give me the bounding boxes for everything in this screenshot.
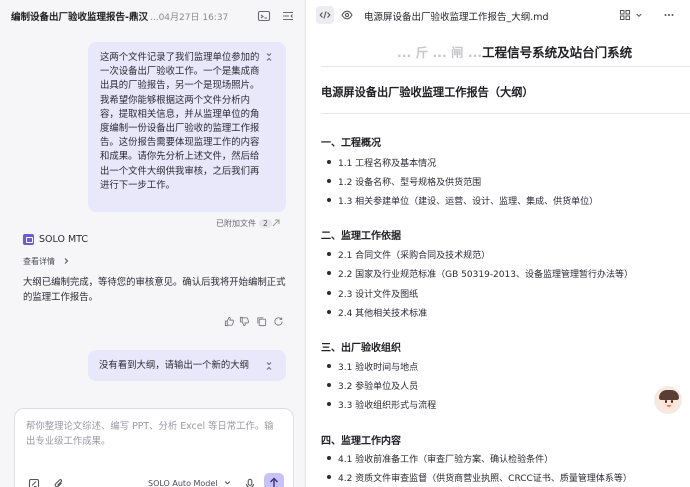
tool-icon[interactable] bbox=[28, 478, 40, 487]
document-heading-cut: ... 斤 ... 闸 ... bbox=[397, 45, 483, 60]
assistant-avatar[interactable] bbox=[654, 386, 682, 414]
chat-input-box[interactable]: 帮你整理论文综述、编写 PPT、分析 Excel 等日常工作。输出专业级工作成果… bbox=[14, 408, 294, 487]
outline-item: 2.3 设计文件及图纸 bbox=[327, 287, 418, 300]
chat-date: ...04月27日 16:37 bbox=[150, 13, 229, 23]
chat-title[interactable]: 编制设备出厂验收监理报告-鼎汉 bbox=[11, 9, 148, 23]
collapse-panel-icon[interactable] bbox=[281, 9, 295, 23]
terminal-icon[interactable] bbox=[257, 9, 271, 23]
collapse-icon[interactable] bbox=[264, 52, 274, 62]
eye-icon bbox=[341, 10, 353, 20]
section-heading: 一、工程概况 bbox=[321, 138, 381, 149]
user-message-bubble-2: 没有看到大纲，请输出一个新的大纲 bbox=[88, 350, 286, 381]
send-button[interactable] bbox=[264, 473, 284, 487]
microphone-icon[interactable] bbox=[244, 478, 256, 487]
agent-logo-icon bbox=[23, 234, 34, 245]
share-icon[interactable] bbox=[271, 218, 281, 228]
chevron-right-icon bbox=[62, 257, 70, 265]
thumbs-up-icon[interactable] bbox=[224, 316, 235, 327]
refresh-icon[interactable] bbox=[273, 316, 284, 327]
outline-item: 3.3 验收组织形式与流程 bbox=[327, 398, 436, 411]
model-selector-label: SOLO Auto Model bbox=[148, 479, 218, 487]
code-icon bbox=[319, 11, 331, 19]
document-heading-visible: 工程信号系统及站台门系统 bbox=[482, 45, 633, 60]
section-heading: 四、监理工作内容 bbox=[321, 436, 401, 447]
user-message-text: 这两个文件记录了我们监理单位参加的一次设备出厂验收工作。一个是集成商出具的厂验报… bbox=[100, 52, 260, 191]
section-heading: 二、监理工作依据 bbox=[321, 231, 401, 242]
attached-count-badge: 2 bbox=[259, 219, 272, 228]
outline-item: 1.2 设备名称、型号规格及供货范围 bbox=[327, 175, 481, 188]
view-details-label: 查看详情 bbox=[23, 257, 55, 266]
preview-view-button[interactable] bbox=[338, 6, 356, 24]
view-details-toggle[interactable]: 查看详情 bbox=[23, 256, 70, 267]
section-heading: 三、出厂验收组织 bbox=[321, 343, 401, 354]
chat-input-placeholder[interactable]: 帮你整理论文综述、编写 PPT、分析 Excel 等日常工作。输出专业级工作成果… bbox=[26, 419, 282, 449]
divider bbox=[321, 66, 690, 67]
view-mode-toggle bbox=[316, 6, 356, 24]
document-panel: 电源屏设备出厂验收监理工作报告_大纲.md ... 斤 ... 闸 ...工程信… bbox=[307, 0, 690, 487]
outline-item: 3.2 参验单位及人员 bbox=[327, 379, 418, 392]
document-title: 电源屏设备出厂验收监理工作报告（大纲） bbox=[321, 86, 534, 99]
chat-panel: 编制设备出厂验收监理报告-鼎汉 ...04月27日 16:37 这两个文件记录了… bbox=[0, 0, 306, 487]
outline-item: 2.1 合同文件（采购合同及技术规范） bbox=[327, 248, 490, 261]
model-selector[interactable]: SOLO Auto Model bbox=[148, 479, 231, 487]
divider bbox=[321, 113, 690, 114]
document-filename: 电源屏设备出厂验收监理工作报告_大纲.md bbox=[364, 12, 549, 23]
outline-item: 2.4 其他相关技术标准 bbox=[327, 306, 427, 319]
code-view-button[interactable] bbox=[316, 6, 334, 24]
outline-item: 4.1 验收前准备工作（审查厂验方案、确认检验条件） bbox=[327, 452, 553, 465]
attached-files[interactable]: 已附加文件 2 bbox=[216, 218, 272, 229]
attached-files-label: 已附加文件 bbox=[216, 219, 256, 228]
user-message-text-2: 没有看到大纲，请输出一个新的大纲 bbox=[99, 360, 250, 371]
send-icon bbox=[270, 477, 278, 487]
user-message-bubble: 这两个文件记录了我们监理单位参加的一次设备出厂验收工作。一个是集成商出具的厂验报… bbox=[88, 42, 286, 212]
agent-reply-text: 大纲已编制完成，等待您的审核意见。确认后我将开始编制正式的监理工作报告。 bbox=[23, 277, 286, 303]
outline-item: 1.3 相关参建单位（建设、运营、设计、监理、集成、供货单位） bbox=[327, 194, 598, 207]
grid-dropdown-icon[interactable] bbox=[633, 9, 642, 21]
copy-icon[interactable] bbox=[256, 316, 267, 327]
outline-item: 4.2 资质文件审查监督（供货商营业执照、CRCC证书、质量管理体系等） bbox=[327, 471, 632, 484]
chevron-down-icon bbox=[224, 479, 231, 486]
chat-header: 编制设备出厂验收监理报告-鼎汉 ...04月27日 16:37 bbox=[0, 0, 305, 32]
grid-icon[interactable] bbox=[619, 9, 631, 21]
thumbs-down-icon[interactable] bbox=[239, 316, 250, 327]
document-toolbar: 电源屏设备出厂验收监理工作报告_大纲.md bbox=[307, 0, 690, 30]
more-icon[interactable] bbox=[663, 9, 675, 21]
agent-name: SOLO MTC bbox=[39, 234, 89, 245]
outline-item: 2.2 国家及行业规范标准（GB 50319-2013、设备监理管理暂行办法等） bbox=[327, 267, 633, 280]
collapse-icon-2[interactable] bbox=[264, 361, 274, 371]
outline-item: 3.1 验收时间与地点 bbox=[327, 360, 418, 373]
attach-icon[interactable] bbox=[53, 478, 65, 487]
document-heading-partial: ... 斤 ... 闸 ...工程信号系统及站台门系统 bbox=[397, 42, 632, 61]
outline-item: 1.1 工程名称及基本情况 bbox=[327, 156, 436, 169]
